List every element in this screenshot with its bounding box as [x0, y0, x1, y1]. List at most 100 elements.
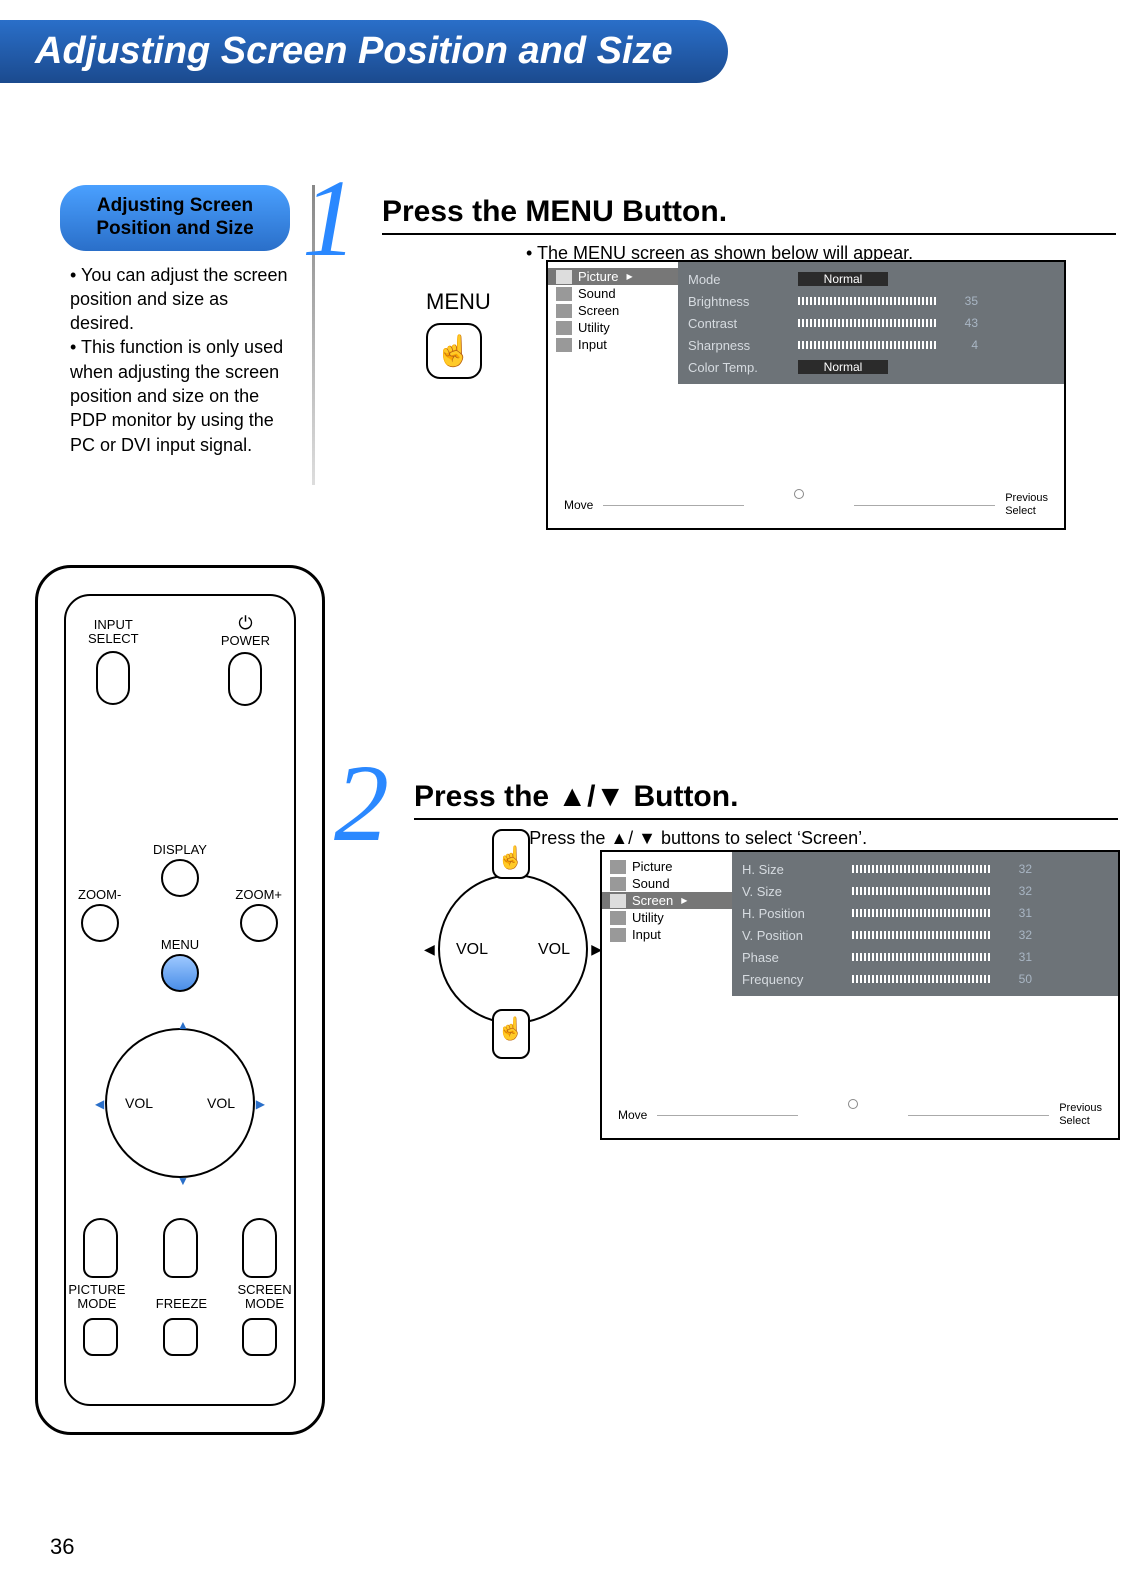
- vol-left-label: VOL: [125, 1095, 153, 1111]
- utility-icon: [610, 911, 626, 925]
- osd-label: V. Size: [742, 884, 842, 899]
- vol-right-label: VOL: [207, 1095, 235, 1111]
- osd-screen-menu: Picture Sound Screen▶ Utility Input H. S…: [600, 850, 1120, 1140]
- osd-label: Frequency: [742, 972, 842, 987]
- arrow-left-icon: ◀: [95, 1097, 104, 1111]
- osd-value: 32: [1002, 928, 1032, 942]
- menu-label: MENU: [38, 938, 322, 952]
- osd-label: Phase: [742, 950, 842, 965]
- sound-icon: [610, 877, 626, 891]
- slider-icon: [852, 931, 992, 939]
- osd-footer-move: Move: [618, 1108, 647, 1122]
- freeze-button[interactable]: [163, 1318, 198, 1356]
- press-up-icon: ☝: [492, 829, 530, 879]
- picture-mode-label: PICTURE MODE: [68, 1283, 125, 1312]
- zoom-minus-button[interactable]: [81, 904, 119, 942]
- osd-nav-input: Input: [602, 926, 732, 943]
- bottom-pill-button[interactable]: [163, 1218, 198, 1278]
- osd-nav-utility: Utility: [602, 909, 732, 926]
- slider-icon: [852, 975, 992, 983]
- arrow-left-icon: ◀: [424, 941, 435, 958]
- osd-value: 32: [1002, 884, 1032, 898]
- remote-dpad[interactable]: ▲ ▼ ◀ ▶ VOL VOL: [105, 1028, 255, 1178]
- picture-icon: [610, 860, 626, 874]
- picture-mode-button[interactable]: [83, 1318, 118, 1356]
- press-down-icon: ☝: [492, 1009, 530, 1059]
- bottom-pill-button[interactable]: [83, 1218, 118, 1278]
- vol-left-label: VOL: [456, 941, 488, 959]
- step-2-heading: Press the ▲/▼ Button.: [414, 780, 1118, 820]
- input-select-button[interactable]: [96, 651, 130, 705]
- osd-nav-input: Input: [548, 336, 678, 353]
- callout-bullet: You can adjust the screen position and s…: [70, 263, 290, 336]
- side-callout: Adjusting Screen Position and Size You c…: [60, 185, 290, 457]
- arrow-up-icon: ▲: [177, 1018, 189, 1032]
- step-number-1: 1: [302, 155, 357, 282]
- osd-value: 35: [948, 294, 978, 308]
- freeze-label: FREEZE: [156, 1297, 207, 1311]
- osd-footer-select: Select: [1005, 505, 1048, 518]
- input-icon: [556, 338, 572, 352]
- slider-icon: [852, 953, 992, 961]
- osd-footer-line: [854, 505, 995, 506]
- osd-picture-menu: Picture▶ Sound Screen Utility Input Mode…: [546, 260, 1066, 530]
- nav-cross-icon: [808, 1095, 898, 1135]
- step-number-2: 2: [334, 740, 389, 867]
- slider-icon: [852, 865, 992, 873]
- zoom-plus-button[interactable]: [240, 904, 278, 942]
- sound-icon: [556, 287, 572, 301]
- osd-footer-line: [657, 1115, 798, 1116]
- page-title-bar: Adjusting Screen Position and Size: [0, 20, 728, 83]
- power-button[interactable]: [228, 652, 262, 706]
- screen-icon: [610, 894, 626, 908]
- osd-value: 31: [1002, 906, 1032, 920]
- osd-value: Normal: [798, 272, 888, 286]
- osd-value: 32: [1002, 862, 1032, 876]
- osd-nav-sound: Sound: [548, 285, 678, 302]
- osd-label: Brightness: [688, 294, 788, 309]
- osd-value: 31: [1002, 950, 1032, 964]
- osd-label: Contrast: [688, 316, 788, 331]
- osd-footer-previous: Previous: [1005, 492, 1048, 505]
- screen-icon: [556, 304, 572, 318]
- menu-button[interactable]: [161, 954, 199, 992]
- arrow-down-icon: ▼: [177, 1174, 189, 1188]
- osd-label: H. Size: [742, 862, 842, 877]
- osd-value: Normal: [798, 360, 888, 374]
- screen-mode-button[interactable]: [242, 1318, 277, 1356]
- bottom-pill-button[interactable]: [242, 1218, 277, 1278]
- osd-label: H. Position: [742, 906, 842, 921]
- osd-value: 50: [1002, 972, 1032, 986]
- osd-footer-select: Select: [1059, 1115, 1102, 1128]
- callout-heading: Adjusting Screen Position and Size: [60, 185, 290, 251]
- osd-nav-screen: Screen▶: [602, 892, 732, 909]
- osd-label: Sharpness: [688, 338, 788, 353]
- osd-nav-utility: Utility: [548, 319, 678, 336]
- callout-bullet: This function is only used when adjustin…: [70, 335, 290, 456]
- picture-icon: [556, 270, 572, 284]
- power-label: POWER: [221, 634, 270, 648]
- step-1-heading: Press the MENU Button.: [382, 195, 1116, 235]
- display-button[interactable]: [161, 859, 199, 897]
- osd-label: Color Temp.: [688, 360, 788, 375]
- osd-nav-sound: Sound: [602, 875, 732, 892]
- osd-value: 43: [948, 316, 978, 330]
- input-select-label: INPUT SELECT: [88, 618, 139, 647]
- screen-mode-label: SCREEN MODE: [237, 1283, 291, 1312]
- zoom-plus-label: ZOOM+: [235, 888, 282, 902]
- osd-nav-picture: Picture▶: [548, 268, 678, 285]
- slider-icon: [852, 909, 992, 917]
- osd-footer-move: Move: [564, 498, 593, 512]
- step-2-sub: • Press the ▲/ ▼ buttons to select ‘Scre…: [518, 828, 1118, 849]
- power-icon: ⏻: [221, 613, 270, 634]
- remote-diagram: INPUT SELECT ⏻ POWER DISPLAY ZOOM- ZOOM+…: [35, 565, 325, 1435]
- zoom-minus-label: ZOOM-: [78, 888, 121, 902]
- input-icon: [610, 928, 626, 942]
- utility-icon: [556, 321, 572, 335]
- osd-label: V. Position: [742, 928, 842, 943]
- display-label: DISPLAY: [38, 843, 322, 857]
- slider-icon: [798, 297, 938, 305]
- osd-footer-previous: Previous: [1059, 1102, 1102, 1115]
- osd-footer-line: [908, 1115, 1049, 1116]
- press-menu-icon: ☝: [426, 323, 482, 379]
